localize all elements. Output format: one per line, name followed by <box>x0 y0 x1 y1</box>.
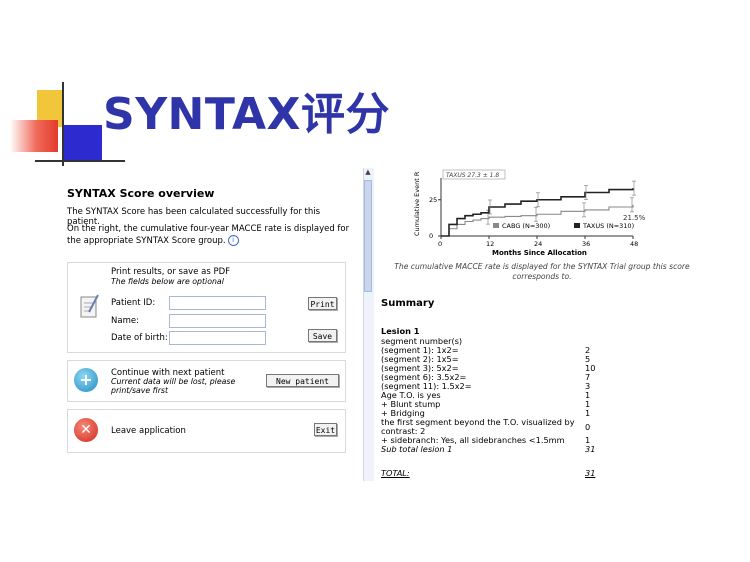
dob-label: Date of birth: <box>111 333 168 343</box>
chart-y-tick-label: 0 <box>429 232 433 240</box>
slide-title: SYNTAX评分 <box>103 89 390 140</box>
leave-panel: ✕ Leave application Exit <box>67 409 346 453</box>
overview-para2-text: On the right, the cumulative four-year M… <box>67 224 350 246</box>
chart-ylabel: Cumulative Event R <box>413 171 421 236</box>
chart-x-tick-label: 0 <box>438 240 442 248</box>
chart-axes: 0 12 24 36 48 0 25 <box>429 169 638 248</box>
legend-label-cabg: CABG (N=300) <box>502 222 550 230</box>
save-button[interactable]: Save <box>308 329 337 342</box>
overview-heading: SYNTAX Score overview <box>67 187 215 200</box>
decor-vertical-line <box>62 82 64 166</box>
exit-button[interactable]: Exit <box>314 423 337 436</box>
close-icon: ✕ <box>74 418 98 442</box>
plus-icon: + <box>74 368 98 392</box>
patient-id-label: Patient ID: <box>111 298 156 308</box>
legend-swatch-cabg <box>493 223 499 228</box>
chart-series-line <box>441 204 634 237</box>
next-note: Current data will be lost, please print/… <box>111 377 236 395</box>
scroll-up-arrow-icon[interactable]: ▲ <box>364 168 372 176</box>
chart-x-tick-label: 36 <box>582 240 590 248</box>
summary-total-label: TOTAL: <box>381 468 410 478</box>
print-heading: Print results, or save as PDF <box>111 267 231 277</box>
chart-xlabel: Months Since Allocation <box>492 249 587 257</box>
chart-x-tick-label: 12 <box>486 240 494 248</box>
summary-row-label: the first segment beyond the T.O. visual… <box>381 417 575 436</box>
print-button[interactable]: Print <box>308 297 337 310</box>
dob-input[interactable] <box>169 331 266 345</box>
legend-swatch-taxus <box>574 223 580 228</box>
decor-red-square <box>10 120 58 152</box>
chart-legend: CABG (N=300) TAXUS (N=310) <box>493 222 634 230</box>
chart-annotation-top: TAXUS 27.3 ± 1.8 <box>446 172 499 179</box>
scrollbar-thumb[interactable] <box>364 180 372 292</box>
chart-caption: The cumulative MACCE rate is displayed f… <box>394 262 690 281</box>
summary-row-value: 0 <box>585 422 591 432</box>
summary-total-value: 31 <box>585 468 596 478</box>
summary-row-label: Sub total lesion 1 <box>381 444 453 454</box>
chart-x-tick-label: 48 <box>630 240 638 248</box>
name-input[interactable] <box>169 314 266 328</box>
patient-id-input[interactable] <box>169 296 266 310</box>
summary-lesion: Lesion 1 <box>381 326 420 336</box>
info-icon[interactable]: i <box>227 235 239 246</box>
summary-heading: Summary <box>381 298 435 309</box>
summary-row-value: 31 <box>585 444 596 454</box>
summary-row-value: 1 <box>585 408 591 418</box>
chart-x-tick-label: 24 <box>534 240 542 248</box>
decor-horizontal-line <box>35 160 125 162</box>
chart-ylabel-group: Cumulative Event R <box>413 171 421 236</box>
leave-label: Leave application <box>111 426 186 436</box>
legend-label-taxus: TAXUS (N=310) <box>582 222 634 230</box>
new-patient-button[interactable]: New patient <box>266 374 339 387</box>
next-patient-panel: + Continue with next patient Current dat… <box>67 360 346 402</box>
print-panel: Print results, or save as PDF The fields… <box>67 262 346 353</box>
name-label: Name: <box>111 316 139 326</box>
print-subheading: The fields below are optional <box>111 277 224 286</box>
macce-chart: Cumulative Event R 0 12 24 36 48 0 25 Months S… <box>413 169 646 257</box>
chart-annotation-right: 21.5% <box>623 214 646 222</box>
overview-para2: On the right, the cumulative four-year M… <box>67 224 352 247</box>
decor-blue-square <box>62 125 102 161</box>
chart-y-tick-label: 25 <box>429 196 437 204</box>
document-pen-icon <box>80 294 99 318</box>
